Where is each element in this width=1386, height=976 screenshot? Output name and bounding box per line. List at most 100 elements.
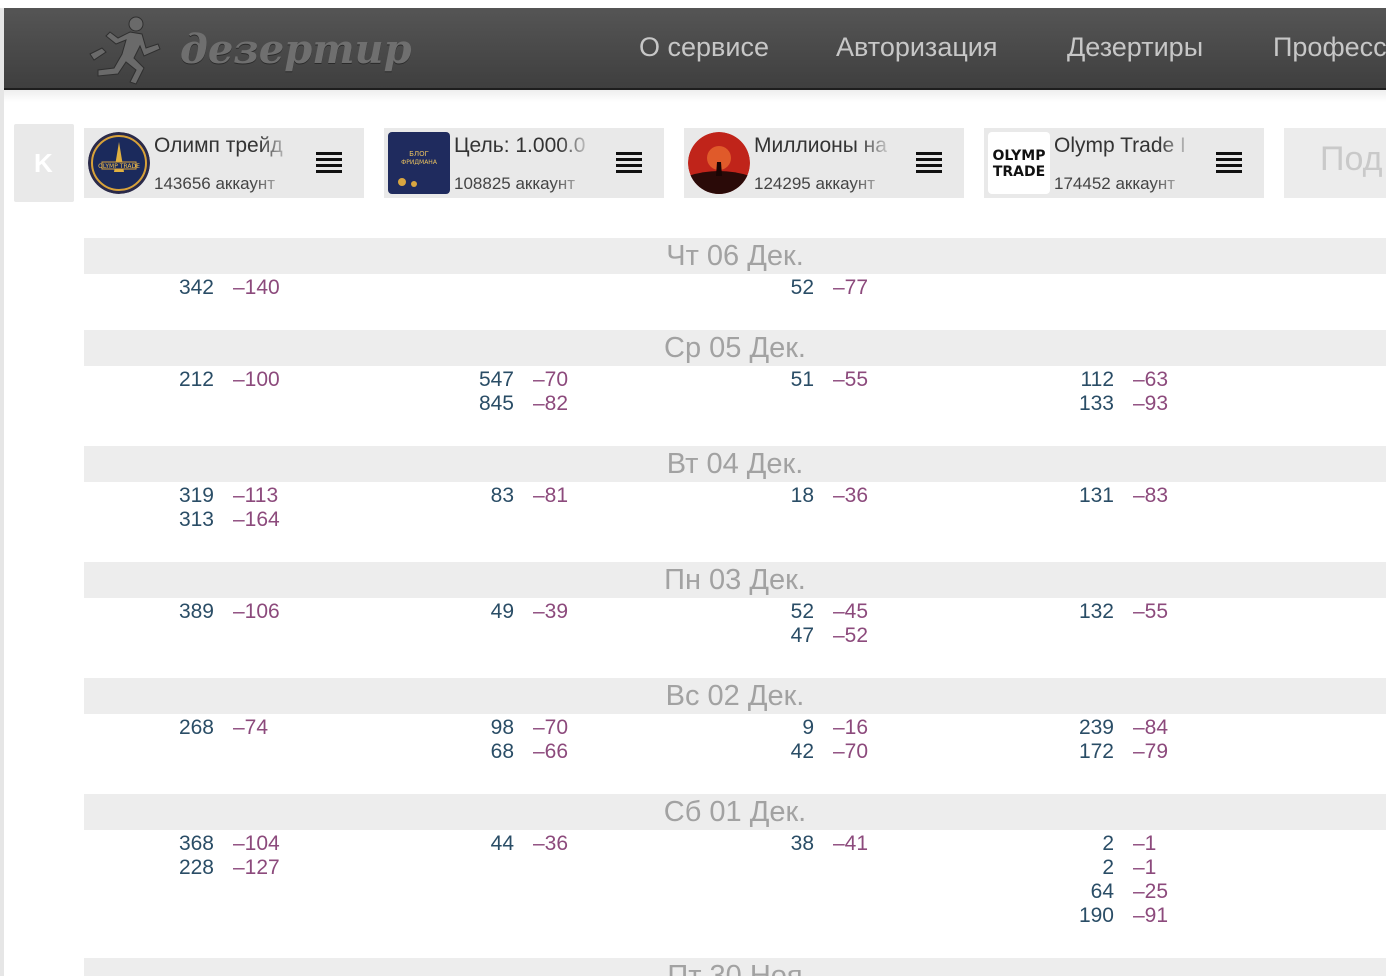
subscriber-count: 47 [790, 624, 814, 647]
channel-card[interactable]: БЛОГ ФРИДМАНА Цель: 1.000.0 108825 аккау… [384, 128, 664, 198]
nav-login[interactable]: Авторизация [836, 32, 998, 63]
stat-count-cell: 133 [1044, 392, 1114, 416]
unsubscribe-delta: –104 [233, 832, 280, 855]
olymp-trade-circle-icon: OLYMP TRADE [88, 132, 150, 194]
day-label: Вс 02 Дек. [665, 680, 805, 712]
unsubscribe-delta: –36 [533, 832, 569, 855]
svg-text:OLYMP TRADE: OLYMP TRADE [98, 163, 140, 170]
stat-count-cell: 190 [1044, 904, 1114, 928]
day-label: Чт 06 Дек. [666, 240, 804, 272]
svg-text:БЛОГ: БЛОГ [409, 150, 429, 158]
unsubscribe-delta: –39 [533, 600, 569, 623]
channel-card[interactable]: OLYMP TRADE Олимп трейд 143656 аккаунт [84, 128, 364, 198]
unsubscribe-delta: –66 [533, 740, 569, 763]
stat-delta-cell: –100 [233, 368, 303, 392]
stat-delta-cell: –36 [833, 484, 903, 508]
stat-delta-cell: –41 [833, 832, 903, 856]
channel-name: Olymp Trade I [1054, 134, 1186, 157]
subscriber-count: 112 [1080, 368, 1114, 391]
subscriber-count: 228 [178, 856, 214, 879]
unsubscribe-delta: –41 [833, 832, 869, 855]
subscriber-count: 239 [1078, 716, 1114, 739]
subscriber-count: 389 [178, 600, 214, 623]
logo-text[interactable]: дезертир [180, 26, 412, 73]
channel-subscribers: 124295 аккаунт [754, 174, 876, 193]
day-header: Пт 30 Ноя [84, 958, 1386, 976]
stat-delta-cell: –63 [1133, 368, 1203, 392]
subscriber-count: 319 [178, 484, 214, 507]
unsubscribe-delta: –74 [233, 716, 269, 739]
menu-icon[interactable] [616, 152, 642, 176]
stat-delta-cell: –113 [233, 484, 303, 508]
menu-icon[interactable] [916, 152, 942, 176]
day-label: Вт 04 Дек. [666, 448, 804, 480]
stat-count-cell: 268 [144, 716, 214, 740]
stat-delta-cell: –74 [233, 716, 303, 740]
stat-delta-cell: –66 [533, 740, 603, 764]
stat-count-cell: 38 [744, 832, 814, 856]
unsubscribe-delta: –77 [833, 276, 869, 299]
stat-delta-cell: –93 [1133, 392, 1203, 416]
channel-subscribers: 174452 аккаунт [1054, 174, 1176, 193]
menu-icon[interactable] [1216, 152, 1242, 176]
channel-card[interactable]: OLYMP TRADE Olymp Trade I 174452 аккаунт [984, 128, 1264, 198]
stat-count-cell: 83 [444, 484, 514, 508]
nav-about[interactable]: О сервисе [639, 32, 769, 63]
unsubscribe-delta: –1 [1133, 856, 1157, 879]
stat-count-cell: 44 [444, 832, 514, 856]
stat-count-cell: 112 [1044, 368, 1114, 392]
subscriber-count: 52 [790, 276, 814, 299]
scroll-left-button[interactable]: K [14, 124, 74, 202]
unsubscribe-delta: –45 [833, 600, 869, 623]
subscriber-count: 342 [178, 276, 214, 299]
unsubscribe-delta: –81 [533, 484, 569, 507]
stat-count-cell: 68 [444, 740, 514, 764]
stat-count-cell: 42 [744, 740, 814, 764]
stat-count-cell: 313 [144, 508, 214, 532]
stat-count-cell: 98 [444, 716, 514, 740]
unsubscribe-delta: –25 [1133, 880, 1169, 903]
subscriber-count: 547 [478, 368, 514, 391]
subscriber-count: 98 [490, 716, 514, 739]
header-shadow [4, 90, 1386, 102]
unsubscribe-delta: –83 [1133, 484, 1169, 507]
day-header: Пн 03 Дек. [84, 562, 1386, 598]
stat-count-cell: 845 [444, 392, 514, 416]
day-header: Чт 06 Дек. [84, 238, 1386, 274]
nav-professional[interactable]: Професс [1273, 32, 1386, 63]
subscriber-count: 172 [1078, 740, 1114, 763]
stat-delta-cell: –25 [1133, 880, 1203, 904]
channel-name: Цель: 1.000.0 [454, 134, 586, 157]
day-label: Ср 05 Дек. [664, 332, 806, 364]
day-label: Сб 01 Дек. [663, 796, 807, 828]
top-navigation-bar: дезертир О сервисе Авторизация Дезертиры… [4, 8, 1386, 90]
unsubscribe-delta: –100 [233, 368, 280, 391]
stat-delta-cell: –70 [833, 740, 903, 764]
subscriber-count: 132 [1078, 600, 1114, 623]
unsubscribe-delta: –52 [833, 624, 869, 647]
subscriber-count: 2 [1102, 832, 1114, 855]
day-header: Сб 01 Дек. [84, 794, 1386, 830]
stat-count-cell: 319 [144, 484, 214, 508]
stat-delta-cell: –84 [1133, 716, 1203, 740]
stat-delta-cell: –127 [233, 856, 303, 880]
unsubscribe-delta: –70 [533, 716, 569, 739]
day-label: Пн 03 Дек. [664, 564, 806, 596]
stat-delta-cell: –1 [1133, 832, 1203, 856]
more-channels-button[interactable]: Под [1284, 128, 1386, 198]
subscriber-count: 212 [178, 368, 214, 391]
millions-channel-icon [688, 132, 750, 194]
stat-count-cell: 2 [1044, 856, 1114, 880]
menu-icon[interactable] [316, 152, 342, 176]
stat-count-cell: 2 [1044, 832, 1114, 856]
unsubscribe-delta: –113 [233, 484, 279, 507]
channel-card[interactable]: Миллионы на 124295 аккаунт [684, 128, 964, 198]
day-label: Пт 30 Ноя [667, 960, 803, 976]
stat-count-cell: 51 [744, 368, 814, 392]
runner-logo-icon[interactable] [84, 14, 172, 88]
subscriber-count: 9 [802, 716, 814, 739]
nav-deserters[interactable]: Дезертиры [1067, 32, 1203, 63]
subscriber-count: 83 [490, 484, 514, 507]
stat-delta-cell: –70 [533, 368, 603, 392]
subscriber-count: 64 [1090, 880, 1114, 903]
